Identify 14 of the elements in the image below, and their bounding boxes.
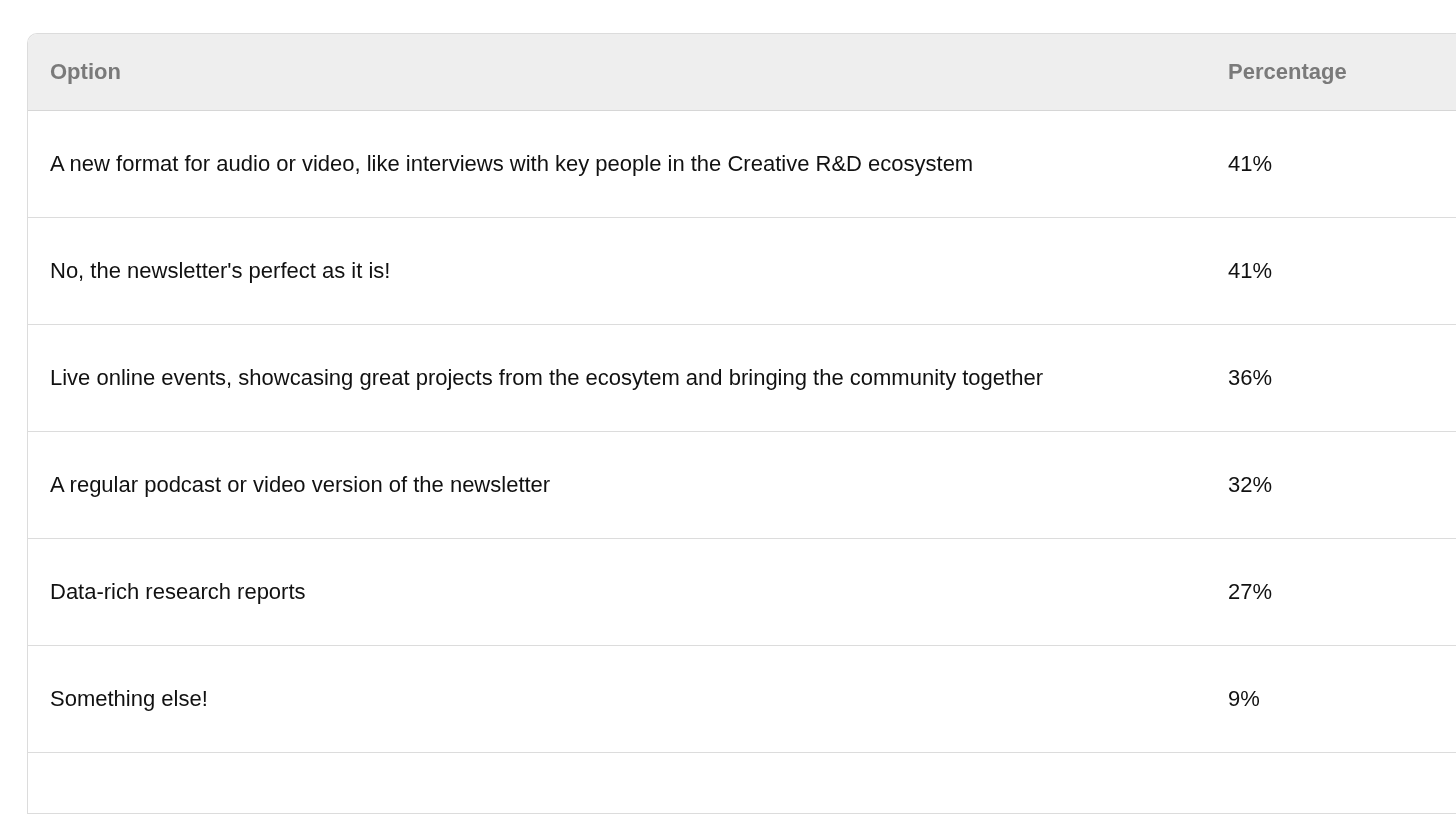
option-cell: A new format for audio or video, like interviews with key people in the Creative R&D ecosystem: [28, 111, 1206, 218]
percentage-cell: 9%: [1206, 646, 1456, 753]
percentage-cell: 32%: [1206, 432, 1456, 539]
column-header: Percentage: [1206, 34, 1456, 111]
percentage-cell: 41%: [1206, 218, 1456, 325]
column-header: Option: [28, 34, 1206, 111]
option-cell: Data-rich research reports: [28, 539, 1206, 646]
percentage-cell: 41%: [1206, 111, 1456, 218]
option-cell: No, the newsletter's perfect as it is!: [28, 218, 1206, 325]
option-cell: Something else!: [28, 646, 1206, 753]
percentage-cell: 36%: [1206, 325, 1456, 432]
option-cell: Live online events, showcasing great projects from the ecosytem and bringing the community together: [28, 325, 1206, 432]
option-cell: A regular podcast or video version of the newsletter: [28, 432, 1206, 539]
percentage-cell: 27%: [1206, 539, 1456, 646]
